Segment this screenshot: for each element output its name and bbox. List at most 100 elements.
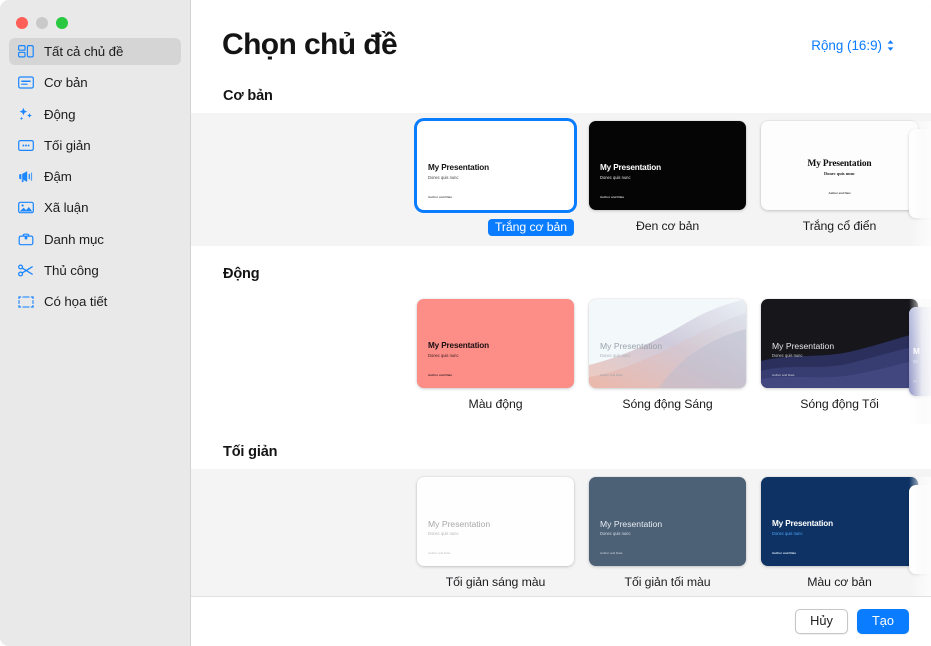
slide-subtitle: Donec quis nunc — [772, 531, 803, 536]
slide-footer: Author and Date — [772, 373, 795, 377]
theme-row: My Presentation Donec quis nunc Author and… — [191, 299, 931, 424]
slide-preview: My Presentation Donec quis nunc Author and… — [417, 121, 574, 210]
theme-row: My Presentation Donec quis nunc Author and… — [191, 477, 931, 596]
theme-thumbnail[interactable]: My Presentation Donec quis nunc Author and… — [589, 477, 746, 566]
theme-card[interactable]: My Presentation Donec quis nunc Author and… — [589, 121, 746, 233]
slide-preview: My Presentation Donec quis nunc Author and… — [417, 477, 574, 566]
editorial-photo-icon — [17, 199, 34, 216]
theme-row-band: My Presentation Donec quis nunc Author and… — [191, 469, 931, 596]
slide-preview: My Presentation Donec quis nunc Author and… — [761, 121, 918, 210]
theme-thumbnail[interactable]: My Presentation Donec quis nunc Author and… — [761, 121, 918, 210]
theme-card[interactable]: My Presentation Donec quis nunc Author and… — [417, 299, 574, 411]
sidebar: Tất cả chủ đề Cơ bản Động Tối giản Đậm Xã luậ… — [0, 0, 191, 646]
theme-label-row: Đen cơ bản — [589, 219, 746, 233]
theme-label-row: Sóng động Tối — [761, 397, 918, 411]
slide-footer: Author and Date — [600, 195, 625, 199]
theme-card[interactable]: My Presentation Donec quis nunc Author and… — [761, 477, 918, 589]
theme-label: Sóng động Sáng — [622, 397, 713, 411]
sidebar-item-6[interactable]: Xã luận — [9, 194, 181, 221]
slide-title: My Presentation — [772, 519, 833, 528]
window-traffic-lights — [0, 0, 190, 34]
theme-card[interactable]: My Presentation Donec quis nunc Author and… — [761, 299, 918, 411]
minimize-window-button[interactable] — [36, 16, 48, 29]
theme-label-row: Màu cơ bản — [761, 575, 918, 589]
section-heading: Động — [223, 266, 260, 282]
dynamic-sparkle-icon — [17, 106, 34, 123]
theme-label-row: Màu động — [417, 397, 574, 411]
portfolio-bag-icon — [17, 231, 34, 248]
theme-thumbnail[interactable]: My Presentation Donec quis nunc Author and… — [589, 299, 746, 388]
theme-thumbnail[interactable]: My Presentation Donec quis nunc Author and… — [417, 299, 574, 388]
basic-icon — [17, 74, 34, 91]
theme-thumbnail[interactable]: My Presentation Donec quis nunc Author and… — [417, 477, 574, 566]
slide-preview: My Presentation Donec quis nunc Author and… — [761, 299, 918, 388]
slide-footer: Author and Date — [828, 191, 851, 195]
slide-footer: Author and Date — [772, 551, 797, 555]
header-bar: Chọn chủ đề Rộng (16:9) — [191, 0, 931, 88]
theme-card[interactable]: My Presentation Donec quis nunc Author and… — [589, 299, 746, 411]
sidebar-item-2[interactable]: Cơ bản — [9, 69, 181, 96]
slide-subtitle: Donec quis nunc — [428, 353, 459, 358]
theme-label: Màu động — [468, 397, 523, 411]
sidebar-item-label: Cơ bản — [44, 75, 88, 91]
theme-label: Trắng cơ bản — [487, 219, 574, 236]
scissors-icon — [17, 262, 34, 279]
cancel-button[interactable]: Hủy — [795, 608, 848, 635]
theme-thumbnail[interactable]: My Presentation Donec quis nunc Author and… — [589, 121, 746, 210]
theme-label-row: Tối giản tối màu — [589, 575, 746, 589]
sidebar-item-label: Thủ công — [44, 263, 99, 279]
slide-subtitle: Donec quis nunc — [600, 175, 631, 180]
theme-thumbnail[interactable]: My Presentation Donec quis nunc Author and… — [417, 121, 574, 210]
theme-row-band: My Presentation Donec quis nunc Author and… — [191, 113, 931, 246]
theme-label: Màu cơ bản — [807, 575, 872, 589]
theme-label: Sóng động Tối — [800, 397, 879, 411]
theme-card[interactable]: My Presentation Donec quis nunc Author and… — [589, 477, 746, 589]
slide-title: My Presentation — [428, 519, 491, 529]
slide-preview: My Presentation Donec quis nunc Author and… — [761, 477, 918, 566]
aspect-ratio-select[interactable]: Rộng (16:9) — [811, 38, 895, 53]
sidebar-item-1[interactable]: Tất cả chủ đề — [9, 38, 181, 65]
theme-card-partial[interactable]: M Do Au — [909, 307, 931, 396]
theme-card[interactable]: My Presentation Donec quis nunc Author and… — [417, 477, 574, 589]
page-title: Chọn chủ đề — [222, 28, 398, 61]
slide-preview: My Presentation Donec quis nunc Author and… — [589, 299, 746, 388]
sidebar-item-5[interactable]: Đậm — [9, 163, 181, 190]
zoom-window-button[interactable] — [56, 16, 68, 29]
slide-title: My Presentation — [600, 519, 663, 529]
sidebar-item-label: Có họa tiết — [44, 294, 108, 310]
close-window-button[interactable] — [16, 16, 28, 29]
slide-footer: Author and Date — [428, 373, 453, 377]
sidebar-item-9[interactable]: Có họa tiết — [9, 288, 181, 315]
theme-scroll-area[interactable]: Cơ bản My Presentation Donec quis nunc Auth… — [191, 88, 931, 596]
theme-label-row: Trắng cổ điển — [761, 219, 918, 233]
theme-chooser-window: Tất cả chủ đề Cơ bản Động Tối giản Đậm Xã luậ… — [0, 0, 931, 646]
sidebar-item-label: Tối giản — [44, 137, 91, 153]
theme-section: Tối giản My Presentation Donec quis nunc Au… — [191, 424, 931, 596]
sidebar-item-8[interactable]: Thủ công — [9, 257, 181, 284]
theme-card[interactable]: My Presentation Donec quis nunc Author and… — [417, 121, 574, 236]
sidebar-item-4[interactable]: Tối giản — [9, 132, 181, 159]
create-button[interactable]: Tạo — [856, 608, 909, 635]
sidebar-item-7[interactable]: Danh mục — [9, 226, 181, 253]
theme-section: Cơ bản My Presentation Donec quis nunc Auth… — [191, 88, 931, 246]
slide-footer: Author and Date — [428, 195, 453, 199]
theme-row: My Presentation Donec quis nunc Author and… — [191, 121, 931, 246]
theme-sections: Cơ bản My Presentation Donec quis nunc Auth… — [191, 88, 931, 596]
theme-thumbnail[interactable]: My Presentation Donec quis nunc Author and… — [761, 299, 918, 388]
theme-label-row: Trắng cơ bản — [417, 210, 574, 236]
theme-row-band: My Presentation Donec quis nunc Author and… — [191, 291, 931, 424]
theme-card[interactable]: My Presentation Donec quis nunc Author and… — [761, 121, 918, 233]
slide-title: My Presentation — [428, 163, 489, 172]
main-panel: Chọn chủ đề Rộng (16:9) Cơ bản My Present… — [191, 0, 931, 646]
slide-subtitle: Donec quis nunc — [600, 531, 631, 536]
sidebar-item-3[interactable]: Động — [9, 101, 181, 128]
footer-bar: Hủy Tạo — [191, 596, 931, 646]
theme-label: Tối giản tối màu — [624, 575, 711, 589]
theme-label: Trắng cổ điển — [802, 219, 877, 233]
theme-card-partial[interactable] — [909, 485, 931, 574]
slide-title: My Presentation — [600, 341, 663, 351]
theme-thumbnail[interactable]: My Presentation Donec quis nunc Author and… — [761, 477, 918, 566]
slide-preview: My Presentation Donec quis nunc Author and… — [417, 299, 574, 388]
theme-card-partial[interactable] — [909, 129, 931, 218]
textured-frame-icon — [17, 293, 34, 310]
